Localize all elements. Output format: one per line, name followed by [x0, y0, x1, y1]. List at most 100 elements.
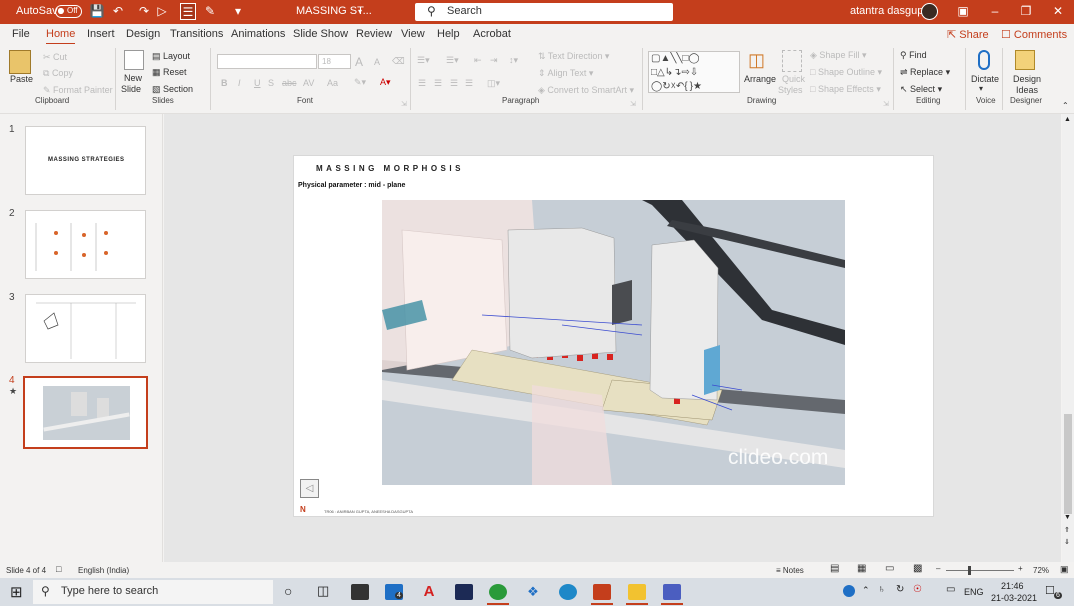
cortana-icon[interactable]: ○: [284, 583, 292, 599]
taskbar-search-box[interactable]: ⚲ Type here to search: [33, 580, 273, 604]
task-view-icon[interactable]: ◫: [317, 583, 329, 599]
highlight-icon[interactable]: ✎▾: [354, 77, 366, 88]
arrange-icon[interactable]: ◫: [748, 50, 765, 71]
slideshow-view-icon[interactable]: ▩: [913, 563, 922, 574]
tab-view[interactable]: View: [401, 28, 425, 40]
tab-transitions[interactable]: Transitions: [170, 28, 223, 40]
tab-slide-show[interactable]: Slide Show: [293, 28, 348, 40]
dictate-button[interactable]: Dictate: [971, 74, 999, 84]
font-family-select[interactable]: [217, 54, 317, 69]
grow-font-button[interactable]: A: [355, 55, 363, 69]
new-slide-button-2[interactable]: Slide: [121, 84, 141, 94]
new-slide-icon[interactable]: [124, 50, 144, 70]
discord-icon[interactable]: [661, 584, 683, 605]
reading-view-icon[interactable]: ▭: [885, 563, 894, 574]
scrollbar-thumb[interactable]: [1064, 414, 1072, 514]
dictate-chevron-icon[interactable]: ▾: [979, 84, 983, 93]
tab-file[interactable]: File: [12, 28, 30, 40]
dropbox-icon[interactable]: ❖: [524, 584, 542, 600]
battery-icon[interactable]: ▭: [946, 584, 955, 595]
paragraph-dialog-launcher-icon[interactable]: ⇲: [630, 100, 636, 108]
select-button[interactable]: ↖ Select ▾: [900, 84, 942, 95]
section-button[interactable]: ▧ Section: [152, 84, 193, 95]
italic-button[interactable]: I: [238, 78, 241, 88]
back-navigation-icon[interactable]: ◁: [300, 479, 319, 498]
clock-time[interactable]: 21:46: [1001, 581, 1024, 591]
shape-fill-button[interactable]: ◈ Shape Fill ▾: [810, 50, 866, 61]
show-hidden-icons-icon[interactable]: ⌃: [862, 585, 870, 596]
security-icon[interactable]: ☉: [913, 584, 922, 595]
scroll-down-icon[interactable]: ▼: [1064, 514, 1071, 521]
maximize-icon[interactable]: ❐: [1018, 3, 1034, 20]
line-spacing-icon[interactable]: ↕▾: [509, 55, 518, 66]
layout-button[interactable]: ▤ Layout: [152, 51, 190, 62]
shadow-button[interactable]: S: [268, 78, 274, 88]
shape-outline-button[interactable]: □ Shape Outline ▾: [810, 67, 882, 78]
customize-qat-icon[interactable]: ▾: [230, 3, 246, 20]
cut-button[interactable]: ✂ Cut: [43, 52, 67, 63]
tab-design[interactable]: Design: [126, 28, 160, 40]
zoom-slider[interactable]: [946, 570, 1014, 571]
clear-formatting-icon[interactable]: ⌫: [392, 56, 405, 67]
slide-video-image[interactable]: clideo.com: [382, 200, 845, 485]
windows-start-icon[interactable]: ⊞: [10, 583, 23, 601]
start-slideshow-icon[interactable]: ▷: [154, 3, 170, 20]
close-icon[interactable]: ✕: [1050, 3, 1066, 20]
quick-styles-icon[interactable]: [782, 50, 802, 72]
microphone-icon[interactable]: [978, 50, 990, 70]
shape-effects-button[interactable]: □ Shape Effects ▾: [810, 84, 881, 95]
tab-help[interactable]: Help: [437, 28, 460, 40]
paste-icon[interactable]: [9, 50, 31, 74]
drawing-dialog-launcher-icon[interactable]: ⇲: [883, 100, 889, 108]
edge-icon[interactable]: [559, 584, 577, 600]
presenter-view-icon[interactable]: ☰: [180, 3, 196, 20]
slide-thumbnail-4[interactable]: [23, 376, 148, 449]
convert-smartart-button[interactable]: ◈ Convert to SmartArt ▾: [538, 85, 634, 96]
arrange-button[interactable]: Arrange: [744, 74, 776, 84]
tab-home[interactable]: Home: [46, 28, 76, 45]
current-slide[interactable]: MASSING MORPHOSIS Physical parameter : m…: [293, 155, 934, 517]
underline-button[interactable]: U: [254, 78, 261, 88]
paste-button[interactable]: Paste: [10, 74, 33, 84]
tab-acrobat[interactable]: Acrobat: [473, 28, 511, 40]
bullets-icon[interactable]: ☰▾: [417, 55, 430, 66]
slide-thumbnail-1[interactable]: MASSING STRATEGIES: [25, 126, 146, 195]
reset-button[interactable]: ▦ Reset: [152, 67, 187, 78]
powerpoint-icon[interactable]: [591, 584, 613, 605]
avatar[interactable]: [921, 3, 938, 20]
strikethrough-button[interactable]: abc: [282, 78, 297, 88]
align-left-icon[interactable]: ☰: [418, 78, 426, 89]
onedrive-icon[interactable]: [843, 585, 855, 597]
wifi-icon[interactable]: ♄: [878, 584, 886, 595]
minimize-icon[interactable]: –: [987, 3, 1003, 20]
align-center-icon[interactable]: ☰: [434, 78, 442, 89]
language-indicator[interactable]: English (India): [78, 566, 129, 575]
align-text-button[interactable]: ⇕ Align Text ▾: [538, 68, 593, 79]
undo-icon[interactable]: ↶: [110, 3, 126, 20]
chrome-icon[interactable]: [487, 584, 509, 605]
columns-icon[interactable]: ◫▾: [487, 78, 500, 89]
vertical-scrollbar[interactable]: ▲ ▼ ⇑ ⇓: [1062, 114, 1074, 562]
fit-to-window-icon[interactable]: ▣: [1060, 564, 1069, 575]
file-explorer-icon[interactable]: [626, 584, 648, 605]
acrobat-icon[interactable]: A: [420, 584, 438, 600]
replace-button[interactable]: ⇌ Replace ▾: [900, 67, 950, 78]
slide-thumbnail-2[interactable]: [25, 210, 146, 279]
tab-animations[interactable]: Animations: [231, 28, 285, 40]
previous-slide-icon[interactable]: ⇑: [1064, 526, 1070, 534]
justify-icon[interactable]: ☰: [465, 78, 473, 89]
zoom-out-icon[interactable]: –: [936, 564, 940, 573]
zoom-slider-thumb[interactable]: [968, 566, 971, 575]
app-icon[interactable]: [455, 584, 473, 600]
slide-thumbnail-3[interactable]: [25, 294, 146, 363]
sync-icon[interactable]: ↻: [896, 584, 904, 595]
increase-indent-icon[interactable]: ⇥: [490, 55, 498, 66]
mail-icon[interactable]: 4: [385, 584, 403, 600]
notes-button[interactable]: ≡ Notes: [776, 566, 804, 575]
comments-button[interactable]: ☐ Comments: [1001, 28, 1067, 41]
redo-icon[interactable]: ↷: [136, 3, 152, 20]
save-icon[interactable]: 💾: [89, 3, 105, 20]
design-ideas-icon[interactable]: [1015, 50, 1035, 70]
share-button[interactable]: ⇱ Share: [947, 28, 989, 41]
decrease-indent-icon[interactable]: ⇤: [474, 55, 482, 66]
